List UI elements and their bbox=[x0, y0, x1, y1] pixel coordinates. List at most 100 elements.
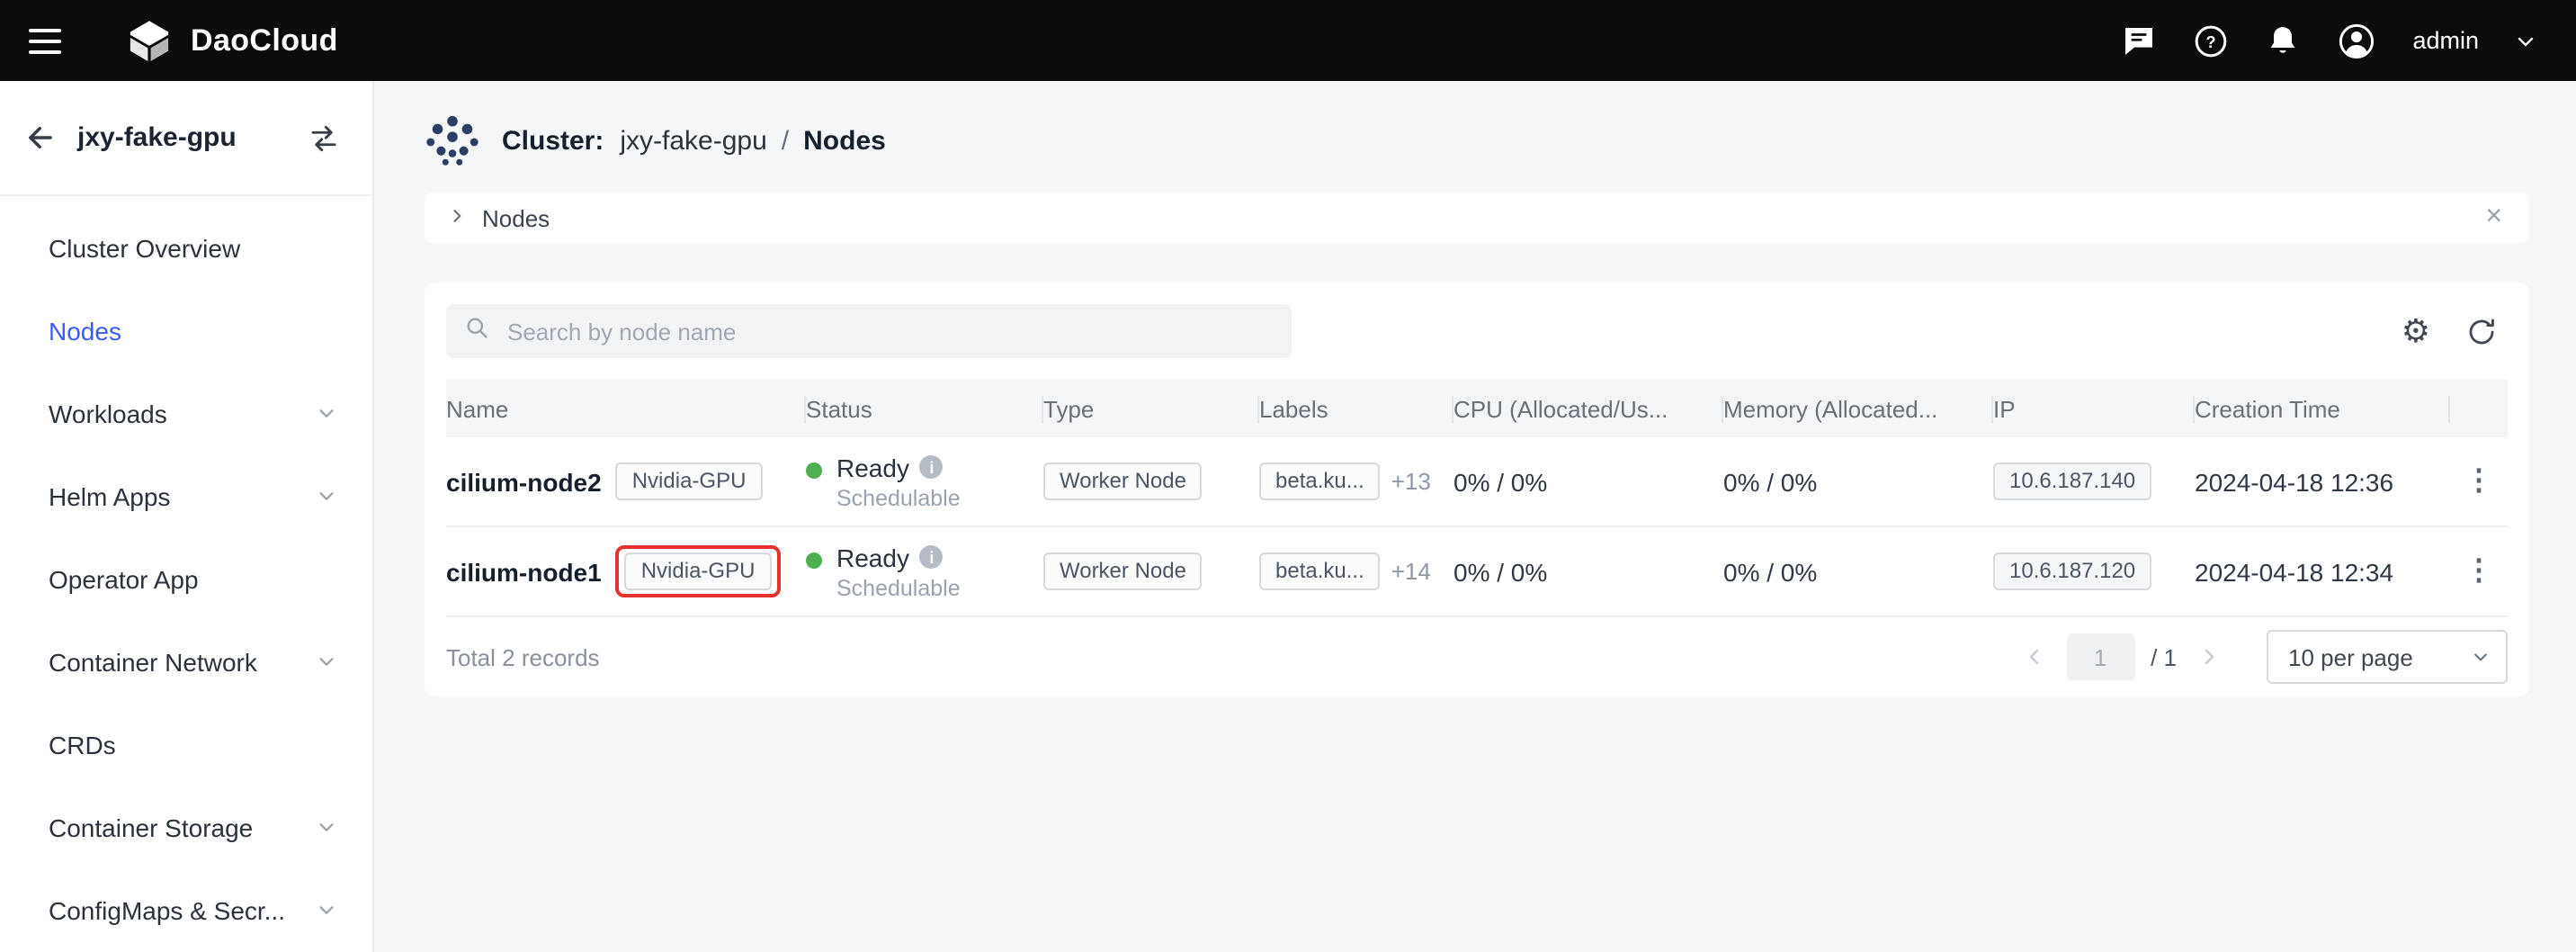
sidebar-item-label: Workloads bbox=[49, 400, 167, 428]
column-header-ip: IP bbox=[1993, 395, 2195, 422]
svg-text:?: ? bbox=[2206, 31, 2216, 50]
kebab-menu-icon[interactable]: ⋮ bbox=[2454, 553, 2504, 589]
node-name: cilium-node2 bbox=[446, 467, 602, 496]
node-memory-cell: 0% / 0% bbox=[1723, 557, 1993, 586]
page-size-select[interactable]: 10 per page bbox=[2267, 630, 2508, 684]
notifications-bell-icon[interactable] bbox=[2265, 22, 2301, 58]
node-created-cell: 2024-04-18 12:34 bbox=[2195, 557, 2450, 586]
refresh-icon[interactable] bbox=[2466, 316, 2497, 346]
sidebar-item-workloads[interactable]: Workloads bbox=[0, 373, 372, 455]
sidebar-item-crds[interactable]: CRDs bbox=[0, 704, 372, 786]
chevron-down-icon bbox=[317, 400, 336, 428]
node-labels-cell: beta.ku... +13 bbox=[1259, 463, 1453, 500]
status-text: Ready bbox=[836, 543, 909, 571]
column-header-actions bbox=[2450, 395, 2508, 422]
next-page-icon[interactable] bbox=[2193, 646, 2225, 668]
sidebar-item-label: Cluster Overview bbox=[49, 234, 240, 263]
page-number-input[interactable] bbox=[2066, 633, 2134, 680]
node-cpu-cell: 0% / 0% bbox=[1453, 557, 1723, 586]
sidebar-item-label: CRDs bbox=[49, 731, 116, 759]
table-toolbar: ⚙ bbox=[446, 304, 2508, 358]
page-size-value: 10 per page bbox=[2288, 643, 2454, 670]
label-tag: beta.ku... bbox=[1259, 552, 1381, 590]
node-type-tag: Worker Node bbox=[1043, 552, 1203, 590]
status-text: Ready bbox=[836, 453, 909, 481]
table-header: Name Status Type Labels CPU (Allocated/U… bbox=[446, 380, 2508, 437]
nodes-table: Name Status Type Labels CPU (Allocated/U… bbox=[446, 380, 2508, 696]
node-cpu-cell: 0% / 0% bbox=[1453, 467, 1723, 496]
column-header-status: Status bbox=[806, 395, 1043, 422]
topbar: DaoCloud ? admin bbox=[0, 0, 2576, 81]
chevron-down-icon bbox=[317, 648, 336, 677]
sidebar-item-configmaps-secrets[interactable]: ConfigMaps & Secr... bbox=[0, 869, 372, 952]
help-icon[interactable]: ? bbox=[2193, 22, 2229, 58]
hamburger-menu-icon[interactable] bbox=[29, 28, 61, 53]
column-header-name: Name bbox=[446, 395, 806, 422]
info-icon[interactable] bbox=[920, 455, 944, 479]
total-records-label: Total 2 records bbox=[446, 643, 600, 670]
chevron-right-icon[interactable] bbox=[448, 202, 466, 234]
gpu-tag: Nvidia-GPU bbox=[616, 463, 763, 500]
sidebar-item-helm-apps[interactable]: Helm Apps bbox=[0, 455, 372, 538]
breadcrumb-cluster-name[interactable]: jxy-fake-gpu bbox=[620, 125, 766, 156]
close-icon[interactable]: × bbox=[2482, 203, 2506, 232]
sidebar-item-label: Container Network bbox=[49, 648, 257, 677]
label-tag: beta.ku... bbox=[1259, 463, 1381, 500]
screen: DaoCloud ? admin jxy-fake bbox=[0, 0, 2576, 952]
sidebar-cluster-name: jxy-fake-gpu bbox=[77, 122, 288, 153]
chevron-down-icon bbox=[317, 813, 336, 842]
messages-icon[interactable] bbox=[2121, 22, 2157, 58]
sidebar-menu: Cluster Overview Nodes Workloads Helm Ap… bbox=[0, 196, 372, 952]
schedulable-text: Schedulable bbox=[836, 575, 961, 600]
table-row: cilium-node2 Nvidia-GPU Ready Schedulabl… bbox=[446, 437, 2508, 527]
node-type-cell: Worker Node bbox=[1043, 463, 1259, 500]
column-header-memory: Memory (Allocated... bbox=[1723, 395, 1993, 422]
node-name: cilium-node1 bbox=[446, 557, 602, 586]
column-header-cpu: CPU (Allocated/Us... bbox=[1453, 395, 1723, 422]
toolbar-actions: ⚙ bbox=[2402, 315, 2508, 347]
node-name-cell: cilium-node2 Nvidia-GPU bbox=[446, 463, 806, 500]
collapse-bar-label: Nodes bbox=[482, 204, 550, 231]
back-arrow-icon[interactable] bbox=[23, 121, 58, 155]
switch-cluster-icon[interactable] bbox=[308, 121, 340, 154]
label-more-count[interactable]: +13 bbox=[1391, 468, 1431, 495]
user-menu-chevron-down-icon[interactable] bbox=[2515, 30, 2536, 51]
kebab-menu-icon[interactable]: ⋮ bbox=[2454, 463, 2504, 499]
sidebar: jxy-fake-gpu Cluster Overview Nodes Work… bbox=[0, 81, 374, 952]
column-header-creation-time: Creation Time bbox=[2195, 395, 2450, 422]
user-avatar-icon[interactable] bbox=[2337, 21, 2376, 60]
status-dot bbox=[806, 552, 822, 568]
table-row: cilium-node1 Nvidia-GPU Ready Sched bbox=[446, 527, 2508, 617]
table-footer: Total 2 records / 1 10 per page bbox=[446, 617, 2508, 696]
sidebar-item-label: Operator App bbox=[49, 565, 199, 594]
sidebar-header: jxy-fake-gpu bbox=[0, 81, 372, 196]
sidebar-item-operator-app[interactable]: Operator App bbox=[0, 538, 372, 621]
node-type-tag: Worker Node bbox=[1043, 463, 1203, 500]
sidebar-item-container-storage[interactable]: Container Storage bbox=[0, 786, 372, 869]
topbar-actions: ? admin bbox=[2121, 21, 2536, 60]
cluster-icon bbox=[425, 112, 480, 168]
ip-tag: 10.6.187.120 bbox=[1993, 552, 2151, 590]
chevron-down-icon bbox=[2472, 643, 2490, 670]
node-ip-cell: 10.6.187.140 bbox=[1993, 463, 2195, 500]
prev-page-icon[interactable] bbox=[2017, 646, 2050, 668]
node-labels-cell: beta.ku... +14 bbox=[1259, 552, 1453, 590]
node-type-cell: Worker Node bbox=[1043, 552, 1259, 590]
highlight-annotation: Nvidia-GPU bbox=[616, 545, 781, 597]
breadcrumb: Cluster: jxy-fake-gpu / Nodes bbox=[425, 103, 2529, 178]
sidebar-item-nodes[interactable]: Nodes bbox=[0, 290, 372, 373]
sidebar-item-label: Helm Apps bbox=[49, 482, 170, 511]
sidebar-item-cluster-overview[interactable]: Cluster Overview bbox=[0, 207, 372, 290]
search-input[interactable] bbox=[504, 316, 1274, 346]
chevron-down-icon bbox=[317, 482, 336, 511]
settings-gear-icon[interactable]: ⚙ bbox=[2402, 315, 2430, 347]
username-label[interactable]: admin bbox=[2412, 27, 2479, 54]
info-icon[interactable] bbox=[920, 545, 944, 569]
chevron-down-icon bbox=[317, 896, 336, 925]
label-more-count[interactable]: +14 bbox=[1391, 558, 1431, 585]
page-total-label: / 1 bbox=[2151, 643, 2177, 670]
brand-name: DaoCloud bbox=[191, 22, 338, 58]
sidebar-item-container-network[interactable]: Container Network bbox=[0, 621, 372, 704]
daocloud-logo bbox=[126, 17, 173, 64]
breadcrumb-separator: / bbox=[782, 125, 789, 156]
